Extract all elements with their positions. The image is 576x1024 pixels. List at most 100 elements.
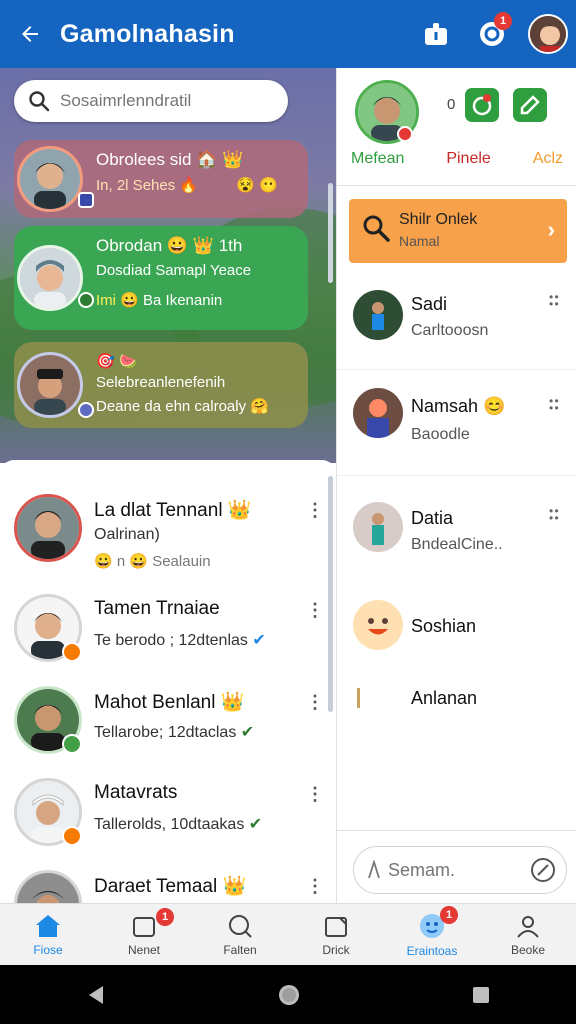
crown-icon: 👑	[227, 500, 252, 521]
emoji-picker-icon[interactable]	[530, 857, 556, 883]
verified-icon: ✔	[248, 816, 263, 833]
search-bar[interactable]	[14, 80, 288, 122]
game-emoji-icon: 🎯 🍉	[96, 353, 138, 370]
flame-icon: 🔥	[179, 177, 199, 194]
nav-news[interactable]: 1 Nenet	[96, 904, 192, 965]
contact-name: Soshian	[411, 616, 477, 636]
game-card[interactable]: Obrolees sid 🏠 👑 In, 2l Sehes 🔥 😵 😶	[14, 140, 308, 218]
nav-drick[interactable]: Drick	[288, 904, 384, 965]
contact-status: Oalrinan)	[94, 526, 160, 543]
drag-handle-icon[interactable]: • • • •	[549, 505, 559, 524]
search-input[interactable]	[60, 91, 280, 111]
contact-name: Datia	[411, 508, 454, 528]
contact-status: Tellarobe; 12dtaclas ✔	[94, 724, 255, 741]
contact-status: Tallerolds, 10dtaakas ✔	[94, 816, 263, 833]
game-button[interactable]	[465, 88, 499, 122]
tab-pinele[interactable]: Pinele	[446, 150, 490, 168]
game-area: Obrolees sid 🏠 👑 In, 2l Sehes 🔥 😵 😶 Obro…	[0, 68, 336, 463]
tab-aclz[interactable]: Aclz	[533, 150, 563, 168]
online-badge	[78, 292, 94, 308]
home-circle-icon[interactable]	[277, 983, 301, 1007]
nav-home[interactable]: Fiose	[0, 904, 96, 965]
contact-name: Mahot Benlanl 👑	[94, 692, 245, 713]
more-icon[interactable]: ⋮	[306, 500, 324, 521]
avatar	[528, 14, 568, 54]
message-input[interactable]	[388, 859, 538, 881]
marker-icon	[357, 688, 360, 708]
nav-search[interactable]: Falten	[192, 904, 288, 965]
contact-detail: 😀 n 😀 Sealauin	[94, 553, 211, 570]
share-button[interactable]	[408, 0, 464, 68]
edit-button[interactable]	[513, 88, 547, 122]
contact-status: Carltooosn	[411, 322, 489, 339]
more-icon[interactable]: ⋮	[306, 600, 324, 621]
avatar	[14, 870, 82, 903]
crown-icon: 👑	[220, 692, 245, 713]
app-bar: Gamolnahasin 1	[0, 0, 576, 68]
card-subtitle: Dosdiad Samapl Yeace	[96, 262, 252, 279]
heart-badge	[397, 126, 413, 142]
list-item[interactable]: Anlanan	[337, 666, 576, 746]
nav-label: Falten	[223, 942, 257, 957]
scrollbar[interactable]	[328, 476, 333, 712]
profile-button[interactable]	[520, 0, 576, 68]
notification-badge: 1	[494, 12, 512, 30]
back-button[interactable]	[0, 0, 60, 68]
search-online-card[interactable]: Shilr Onlek Namal ›	[349, 199, 567, 263]
avatar	[17, 245, 83, 311]
nav-profile[interactable]: Beoke	[480, 904, 576, 965]
list-item[interactable]: Tamen Trnaiae Te berodo ; 12dtenlas ✔ ⋮	[0, 580, 336, 672]
status-badge	[62, 642, 82, 662]
card-subtitle: In, 2l Sehes 🔥 😵 😶	[96, 177, 278, 194]
verified-icon: ✔	[252, 632, 266, 649]
scrollbar[interactable]	[328, 183, 333, 283]
avatar	[353, 502, 403, 552]
user-avatar-icon	[20, 248, 80, 308]
system-navigation-bar	[0, 965, 576, 1024]
contact-list: La dlat Tennanl 👑 Oalrinan) 😀 n 😀 Sealau…	[0, 460, 336, 903]
tab-mefean[interactable]: Mefean	[351, 150, 404, 168]
more-icon[interactable]: ⋮	[306, 692, 324, 713]
card-title: Selebreanlenefenih	[96, 374, 226, 391]
emoji-icon: 😊	[483, 396, 506, 416]
game-card[interactable]: Obrodan 😀 👑 1th Dosdiad Samapl Yeace Imi…	[14, 226, 308, 330]
notifications-button[interactable]: 1	[464, 0, 520, 68]
online-badge	[62, 734, 82, 754]
list-item[interactable]: Matavrats Tallerolds, 10dtaakas ✔ ⋮	[0, 764, 336, 856]
list-item[interactable]: Namsah 😊 Baoodle • • • •	[337, 370, 576, 476]
profile-header: 0 Mefean Pinele Aclz	[337, 68, 576, 186]
more-icon[interactable]: ⋮	[306, 876, 324, 897]
list-item[interactable]: Soshian	[337, 586, 576, 666]
status-badge	[78, 402, 94, 418]
list-item[interactable]: Mahot Benlanl 👑 Tellarobe; 12dtaclas ✔ ⋮	[0, 672, 336, 764]
nav-emotions[interactable]: 1 Eraintoas	[384, 904, 480, 965]
contact-name: Tamen Trnaiae	[94, 598, 220, 619]
emoji-icon: 😀 👑	[166, 236, 214, 255]
drag-handle-icon[interactable]: • • • •	[549, 395, 559, 414]
house-emoji-icon: 🏠 👑	[196, 150, 244, 169]
person-icon	[517, 915, 539, 938]
card-detail: Imi 😀 Ba Ikenanin	[96, 292, 223, 309]
list-item[interactable]: Sadi Carltooosn • • • •	[337, 272, 576, 370]
more-icon[interactable]: ⋮	[306, 784, 324, 805]
avatar	[353, 290, 403, 340]
avatar	[14, 494, 82, 562]
user-avatar-icon	[17, 873, 79, 903]
recents-square-icon[interactable]	[471, 985, 491, 1005]
drag-handle-icon[interactable]: • • • •	[549, 291, 559, 310]
avatar	[17, 146, 83, 212]
list-item[interactable]: Daraet Temaal 👑 ⋮	[0, 856, 336, 903]
contact-name: Anlanan	[411, 688, 478, 708]
news-icon	[133, 916, 155, 937]
reaction-emoji-icon: 😵 😶	[236, 177, 278, 194]
bottom-navigation: Fiose 1 Nenet Falten Drick 1 Eraintoas B…	[0, 903, 576, 965]
list-item[interactable]: Datia BndealCine.. • • • •	[337, 476, 576, 582]
nav-label: Fiose	[33, 942, 63, 957]
list-item[interactable]: La dlat Tennanl 👑 Oalrinan) 😀 n 😀 Sealau…	[0, 480, 336, 580]
game-card[interactable]: 🎯 🍉 Selebreanlenefenih Deane da ehn calr…	[14, 342, 308, 428]
status-badge	[62, 826, 82, 846]
message-box[interactable]	[353, 846, 567, 894]
nav-label: Eraintoas	[406, 943, 458, 958]
back-triangle-icon[interactable]	[85, 984, 107, 1006]
contact-name: La dlat Tennanl 👑	[94, 500, 252, 521]
